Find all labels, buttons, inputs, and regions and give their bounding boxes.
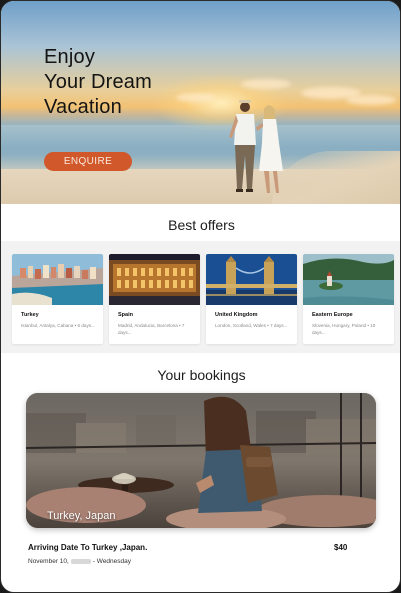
offer-name: Spain xyxy=(118,312,133,318)
offer-name: Turkey xyxy=(21,312,39,318)
booking-photo xyxy=(26,393,376,528)
hero-title: Enjoy Your Dream Vacation xyxy=(44,46,152,118)
offer-card-united-kingdom[interactable]: United Kingdom London, Scotland, Wales •… xyxy=(206,254,297,344)
offer-name: Eastern Europe xyxy=(312,312,353,318)
app-screen: Enjoy Your Dream Vacation ENQUIRE Best o… xyxy=(0,0,401,593)
hero-banner: Enjoy Your Dream Vacation ENQUIRE xyxy=(1,1,400,204)
offer-name: United Kingdom xyxy=(215,312,258,318)
your-bookings-heading: Your bookings xyxy=(157,367,246,383)
offer-card-turkey[interactable]: Turkey Istanbul, Antalya, Cabana • 6 day… xyxy=(12,254,103,344)
offer-description: Madrid, Andalucia, Barcelona • 7 days... xyxy=(118,323,185,335)
booking-date-prefix: November 10, xyxy=(28,558,69,565)
offer-card-eastern-europe[interactable]: Eastern Europe Slovenia, Hungary, Poland… xyxy=(303,254,394,344)
booking-date: November 10, - Wednesday xyxy=(28,558,131,565)
booking-price: $40 xyxy=(334,543,348,552)
offer-description: London, Scotland, Wales • 7 days... xyxy=(215,323,288,328)
best-offers-heading: Best offers xyxy=(168,217,235,233)
booking-title: Arriving Date To Turkey ,Japan. xyxy=(28,543,148,552)
offer-description: Istanbul, Antalya, Cabana • 6 days... xyxy=(21,323,95,328)
offer-image-eastern-europe xyxy=(303,254,394,305)
booking-card[interactable] xyxy=(26,393,376,528)
offer-image-turkey xyxy=(12,254,103,305)
redacted-year xyxy=(70,559,91,564)
couple-photo xyxy=(229,100,283,193)
offer-description: Slovenia, Hungary, Poland • 10 days... xyxy=(312,323,376,335)
booking-destination-label: Turkey, Japan xyxy=(47,510,116,522)
offer-card-spain[interactable]: Spain Madrid, Andalucia, Barcelona • 7 d… xyxy=(109,254,200,344)
booking-date-suffix: - Wednesday xyxy=(92,558,132,565)
enquire-button[interactable]: ENQUIRE xyxy=(44,152,132,171)
offer-image-united-kingdom xyxy=(206,254,297,305)
offer-image-spain xyxy=(109,254,200,305)
hero-cloud xyxy=(241,79,291,89)
hero-cloud xyxy=(176,93,216,102)
hero-cloud xyxy=(346,95,396,105)
